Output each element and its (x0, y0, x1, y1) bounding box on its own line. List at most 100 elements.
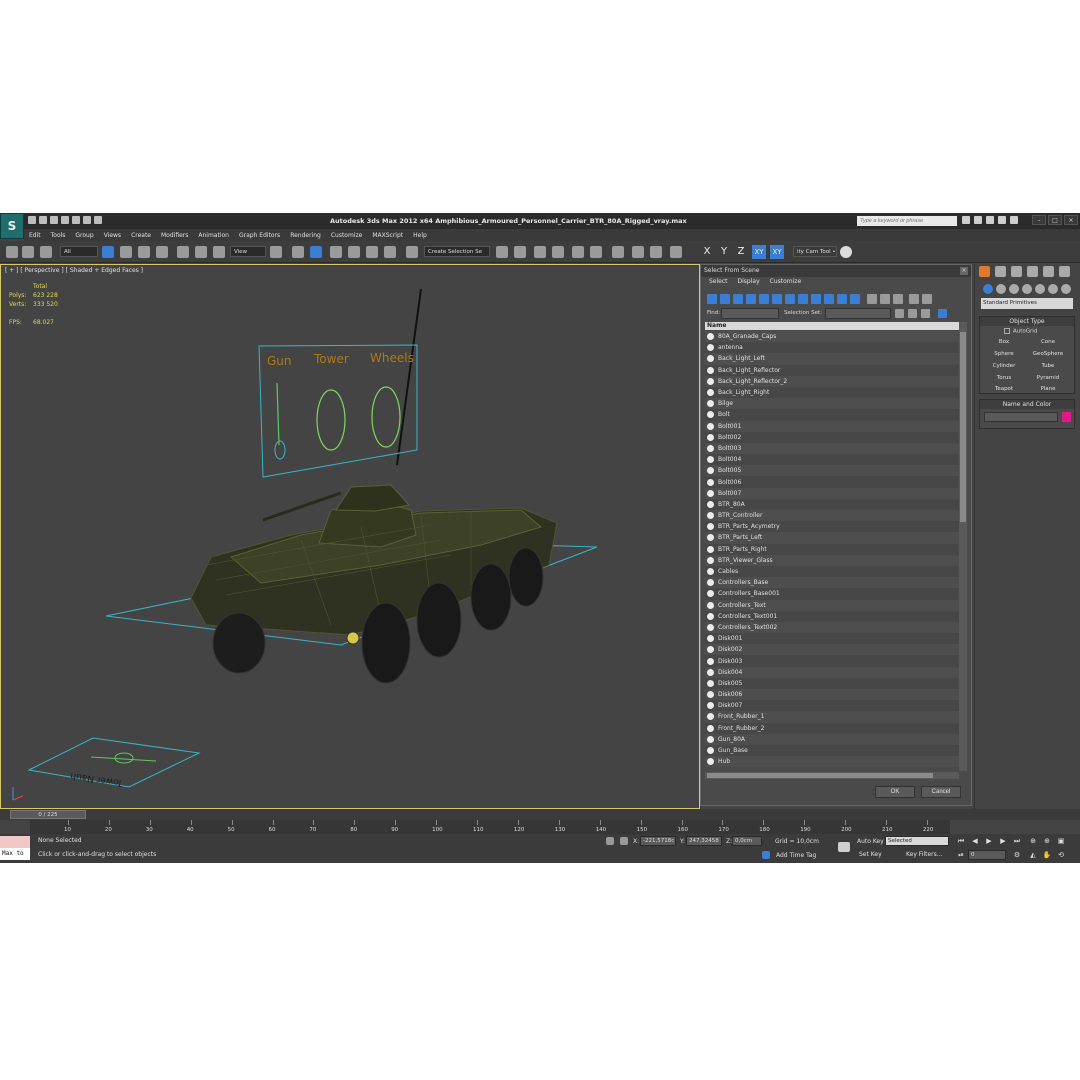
set-key-button[interactable]: Set Key (859, 851, 882, 858)
rollout-title[interactable]: Name and Color (980, 400, 1074, 409)
render-setup-icon[interactable] (632, 246, 644, 258)
motion-tab-icon[interactable] (1027, 266, 1038, 277)
material-editor-icon[interactable] (612, 246, 624, 258)
ok-button[interactable]: OK (875, 786, 915, 798)
favorites-star-icon[interactable] (998, 216, 1006, 224)
select-by-name-icon[interactable] (120, 246, 132, 258)
list-horizontal-scrollbar[interactable] (705, 772, 959, 779)
align-icon[interactable] (514, 246, 526, 258)
curve-editor-icon[interactable] (572, 246, 584, 258)
pan-view-icon[interactable]: ✋ (1042, 850, 1052, 860)
menu-animation[interactable]: Animation (193, 232, 234, 239)
save-file-icon[interactable] (50, 216, 58, 224)
create-tab-icon[interactable] (979, 266, 990, 277)
gun-slider[interactable] (276, 382, 280, 446)
list-item[interactable]: 80A_Granade_Caps (705, 331, 959, 343)
pivot-center-icon[interactable] (270, 246, 282, 258)
maxscript-listener-input[interactable]: Max to (0, 848, 30, 860)
menu-tools[interactable]: Tools (46, 232, 71, 239)
next-frame-icon[interactable]: ▶ (998, 836, 1008, 846)
selection-set-dropdown[interactable] (825, 308, 891, 319)
keyboard-shortcut-override-icon[interactable] (310, 246, 322, 258)
render-production-icon[interactable] (670, 246, 682, 258)
display-groups-icon[interactable] (785, 294, 795, 304)
list-item[interactable]: Hub (705, 756, 959, 768)
menu-customize[interactable]: Customize (326, 232, 368, 239)
menu-create[interactable]: Create (126, 232, 156, 239)
wheels-controller[interactable] (371, 386, 401, 448)
ground-slider-handle[interactable] (114, 752, 134, 764)
key-icon[interactable] (838, 842, 850, 852)
list-item[interactable]: Disk007 (705, 700, 959, 712)
axis-x-button[interactable]: X (700, 245, 714, 259)
list-item[interactable]: Controllers_Text002 (705, 621, 959, 634)
list-item[interactable]: Gun_80A (705, 733, 959, 745)
display-space-warps-icon[interactable] (772, 294, 782, 304)
tab-customize[interactable]: Customize (770, 278, 802, 285)
display-shapes-icon[interactable] (720, 294, 730, 304)
display-none-icon[interactable] (880, 294, 890, 304)
select-none-icon[interactable] (908, 309, 917, 318)
quick-access-dropdown-icon[interactable] (94, 216, 102, 224)
find-input[interactable] (721, 308, 779, 319)
list-item[interactable]: Bolt004 (705, 454, 959, 466)
box-button[interactable]: Box (984, 337, 1024, 347)
display-cameras-icon[interactable] (746, 294, 756, 304)
scrollbar-thumb[interactable] (707, 773, 933, 778)
object-color-swatch[interactable] (1062, 412, 1071, 422)
zoom-icon[interactable]: ⊕ (1028, 836, 1038, 846)
list-item[interactable]: Gun_Base (705, 744, 959, 757)
help-icon[interactable] (1010, 216, 1018, 224)
display-containers-icon[interactable] (824, 294, 834, 304)
list-item[interactable]: BTR_Parts_Acymetry (705, 521, 959, 533)
menu-help[interactable]: Help (408, 232, 432, 239)
zoom-extents-icon[interactable]: ▣ (1056, 836, 1066, 846)
space-warps-category-icon[interactable] (1048, 284, 1058, 294)
list-item[interactable]: BTR_Parts_Left (705, 532, 959, 544)
tab-display[interactable]: Display (738, 278, 760, 285)
list-item[interactable]: antenna (705, 342, 959, 354)
search-input[interactable] (857, 216, 957, 226)
select-all-icon[interactable] (895, 309, 904, 318)
tab-select[interactable]: Select (709, 278, 728, 285)
absolute-mode-icon[interactable] (620, 837, 628, 845)
select-move-icon[interactable] (177, 246, 189, 258)
select-rotate-icon[interactable] (195, 246, 207, 258)
lights-category-icon[interactable] (1009, 284, 1019, 294)
list-item[interactable]: Bolt005 (705, 465, 959, 477)
auto-key-button[interactable]: Auto Key (857, 838, 884, 845)
menu-modifiers[interactable]: Modifiers (156, 232, 193, 239)
new-file-icon[interactable] (28, 216, 36, 224)
undo-icon[interactable] (61, 216, 69, 224)
list-item[interactable]: Controllers_Base (705, 577, 959, 589)
time-tag-icon[interactable] (762, 851, 770, 859)
plane-button[interactable]: Plane (1028, 384, 1068, 394)
menu-views[interactable]: Views (99, 232, 126, 239)
ground-slider[interactable] (90, 756, 157, 762)
time-slider[interactable]: 0 / 225 (0, 809, 1080, 820)
geometry-category-icon[interactable] (983, 284, 993, 294)
list-vertical-scrollbar[interactable] (959, 322, 967, 771)
search-icon[interactable] (962, 216, 970, 224)
autogrid-checkbox[interactable]: AutoGrid (1004, 328, 1037, 335)
redo-icon[interactable] (72, 216, 80, 224)
list-item[interactable]: Disk002 (705, 644, 959, 656)
object-list[interactable]: 80A_Granade_Caps antenna Back_Light_Left… (705, 331, 959, 771)
mirror-icon[interactable] (496, 246, 508, 258)
select-scale-icon[interactable] (213, 246, 225, 258)
y-coord-field[interactable]: 247,32458 (686, 836, 722, 846)
utilities-tab-icon[interactable] (1059, 266, 1070, 277)
select-invert-icon[interactable] (921, 309, 930, 318)
helpers-category-icon[interactable] (1035, 284, 1045, 294)
list-item[interactable]: Disk003 (705, 655, 959, 667)
selection-lock-icon[interactable] (606, 837, 614, 845)
display-xrefs-icon[interactable] (798, 294, 808, 304)
btr-80a-vehicle[interactable] (190, 484, 558, 684)
tube-button[interactable]: Tube (1028, 361, 1068, 371)
display-all-icon[interactable] (867, 294, 877, 304)
list-item[interactable]: Bilge (705, 398, 959, 410)
link-icon[interactable] (6, 246, 18, 258)
list-item[interactable]: Back_Light_Reflector_2 (705, 375, 959, 387)
list-item[interactable]: BTR_Controller (705, 510, 959, 522)
select-manipulate-icon[interactable] (292, 246, 304, 258)
